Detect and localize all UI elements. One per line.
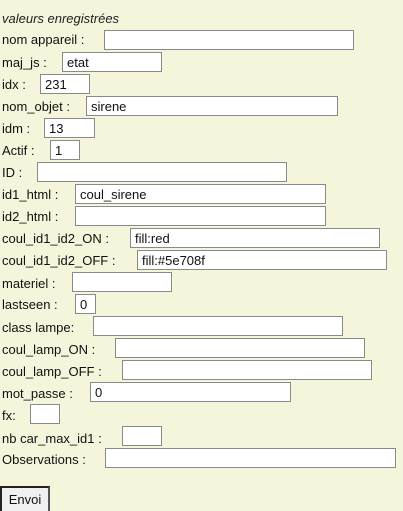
coul-id1-id2-off-label: coul_id1_id2_OFF : (2, 253, 116, 268)
lastseen-input[interactable] (75, 294, 96, 314)
coul-lamp-on-input[interactable] (115, 338, 365, 358)
idx-input[interactable] (40, 74, 90, 94)
maj-js-label: maj_js : (2, 55, 47, 70)
id1-html-input[interactable] (75, 184, 326, 204)
mot-passe-input[interactable] (90, 382, 291, 402)
actif-input[interactable] (50, 140, 80, 160)
nom-objet-input[interactable] (86, 96, 338, 116)
mot-passe-label: mot_passe : (2, 386, 73, 401)
nb-car-max-id1-input[interactable] (122, 426, 162, 446)
class-lampe-label: class lampe: (2, 320, 75, 335)
nom-objet-label: nom_objet : (2, 99, 70, 114)
materiel-input[interactable] (72, 272, 172, 292)
class-lampe-input[interactable] (93, 316, 343, 336)
nb-car-max-id1-label: nb car_max_id1 : (2, 431, 102, 446)
materiel-label: materiel : (2, 276, 56, 291)
form-title: valeurs enregistrées (2, 11, 120, 26)
id-input[interactable] (37, 162, 287, 182)
coul-lamp-off-label: coul_lamp_OFF : (2, 364, 102, 379)
observations-label: Observations : (2, 452, 86, 467)
id1-html-label: id1_html : (2, 187, 59, 202)
nom-appareil-label: nom appareil : (2, 32, 85, 47)
idx-label: idx : (2, 77, 26, 92)
lastseen-label: lastseen : (2, 297, 58, 312)
id-label: ID : (2, 165, 23, 180)
submit-button[interactable]: Envoi (0, 486, 50, 511)
nom-appareil-input[interactable] (104, 30, 354, 50)
idm-label: idm : (2, 121, 31, 136)
coul-lamp-on-label: coul_lamp_ON : (2, 342, 96, 357)
fx-label: fx: (2, 408, 16, 423)
coul-lamp-off-input[interactable] (122, 360, 372, 380)
maj-js-input[interactable] (62, 52, 162, 72)
coul-id1-id2-off-input[interactable] (137, 250, 387, 270)
fx-input[interactable] (30, 404, 60, 424)
coul-id1-id2-on-label: coul_id1_id2_ON : (2, 231, 109, 246)
id2-html-label: id2_html : (2, 209, 59, 224)
coul-id1-id2-on-input[interactable] (130, 228, 380, 248)
actif-label: Actif : (2, 143, 35, 158)
idm-input[interactable] (44, 118, 95, 138)
id2-html-input[interactable] (75, 206, 326, 226)
observations-input[interactable] (105, 448, 396, 468)
